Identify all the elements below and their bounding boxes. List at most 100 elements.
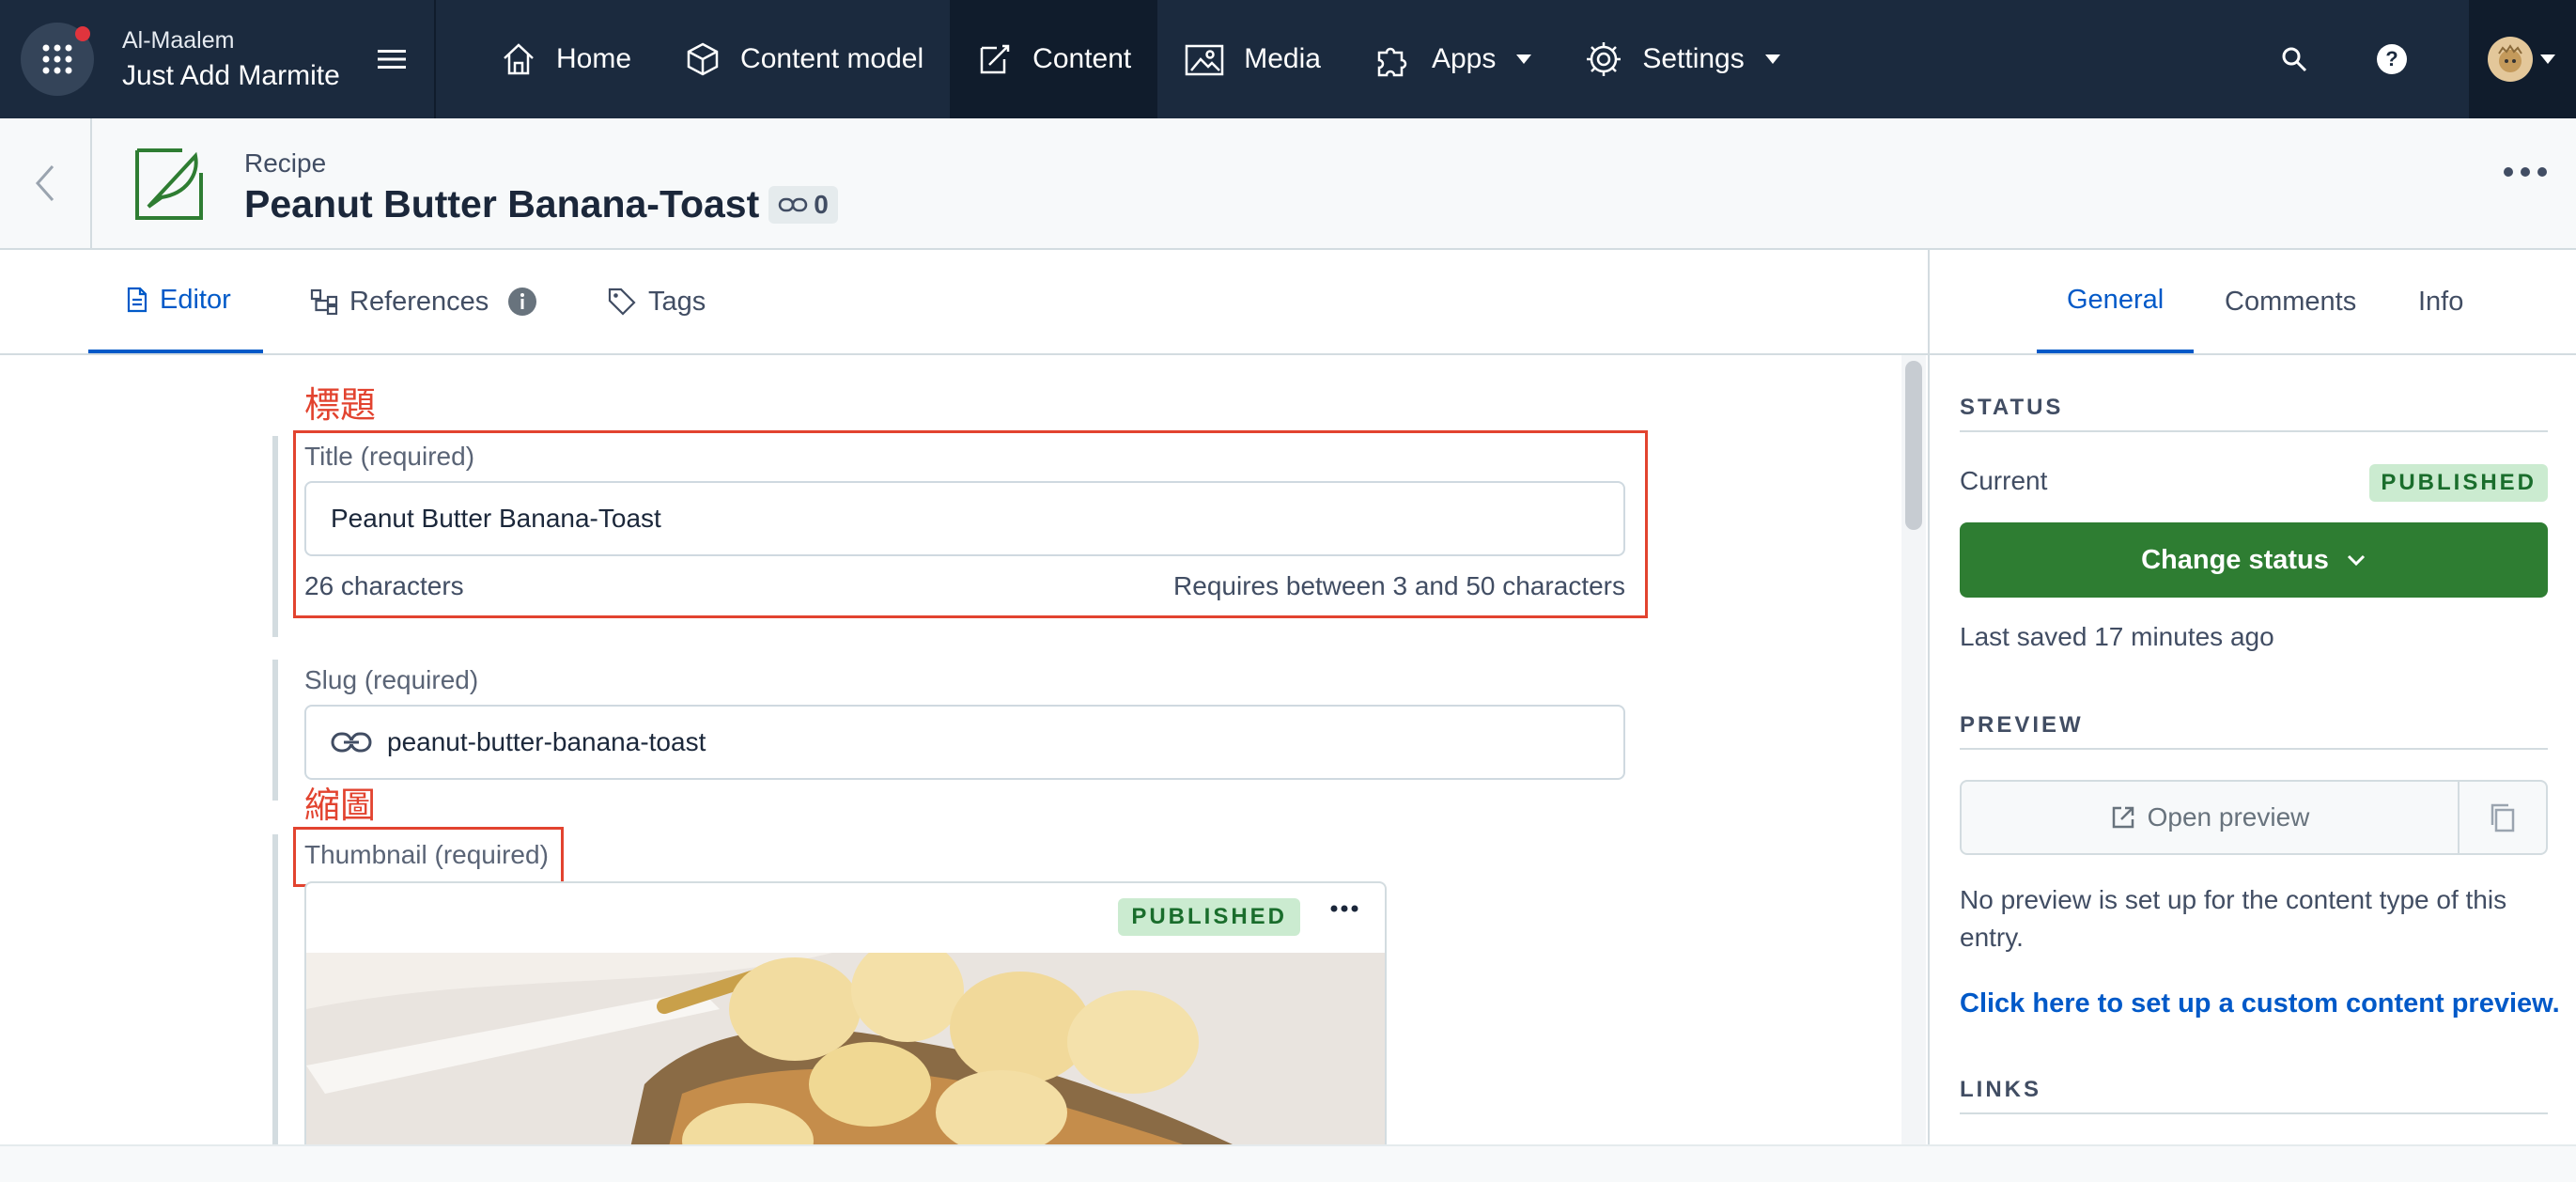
tab-editor[interactable]: Editor — [88, 250, 263, 353]
brand-area: Al-Maalem Just Add Marmite — [0, 0, 436, 118]
help-icon: ? — [2377, 44, 2407, 74]
chevron-down-icon — [1516, 54, 1532, 64]
tab-info[interactable]: Info — [2418, 250, 2463, 353]
space-switcher[interactable]: Al-Maalem Just Add Marmite — [122, 27, 340, 92]
tab-references[interactable]: References — [310, 250, 537, 353]
link-icon — [779, 197, 808, 211]
entry-header: Recipe Peanut Butter Banana-Toast 0 — [0, 118, 2576, 250]
references-count-chip[interactable]: 0 — [768, 185, 838, 224]
svg-text:?: ? — [2385, 47, 2398, 70]
open-preview-button[interactable]: Open preview — [1962, 782, 2460, 853]
nav-home-label: Home — [556, 43, 632, 74]
preview-section-title: PREVIEW — [1960, 712, 2084, 738]
quill-icon — [135, 148, 203, 220]
nav-apps-label: Apps — [1431, 43, 1497, 74]
entry-title-text: Peanut Butter Banana-Toast — [244, 182, 760, 226]
more-horizontal-icon[interactable] — [1330, 904, 1358, 913]
external-link-icon — [2112, 806, 2134, 829]
references-count: 0 — [814, 189, 829, 219]
gear-icon — [1587, 42, 1622, 76]
content-model-icon — [687, 42, 719, 76]
copy-icon — [2491, 803, 2515, 832]
copy-preview-link-button[interactable] — [2460, 782, 2546, 853]
open-preview-button-group: Open preview — [1960, 780, 2548, 855]
nav-content-label: Content — [1032, 43, 1132, 74]
field-indicator — [272, 834, 278, 1144]
thumbnail-annotation: 縮圖 — [304, 785, 377, 826]
grid-icon — [42, 44, 72, 74]
slug-value: peanut-butter-banana-toast — [387, 727, 706, 756]
link-icon — [331, 732, 372, 753]
content-type-label: Recipe — [244, 148, 327, 178]
document-icon — [127, 287, 147, 313]
tab-editor-label: Editor — [160, 284, 231, 315]
notification-dot — [75, 26, 90, 41]
title-char-count: 26 characters — [304, 571, 464, 600]
field-indicator — [272, 436, 278, 637]
title-field-label: Title (required) — [304, 442, 475, 471]
current-status-label: Current — [1960, 466, 2048, 495]
entry-sidebar: STATUS Current PUBLISHED Change status L… — [1930, 355, 2576, 1144]
back-button[interactable] — [0, 118, 92, 248]
home-icon — [504, 43, 534, 75]
asset-status-badge: PUBLISHED — [1118, 898, 1300, 936]
chevron-left-icon — [35, 165, 54, 201]
thumbnail-field-label: Thumbnail (required) — [304, 840, 549, 869]
chevron-down-icon — [1764, 54, 1780, 64]
divider — [1960, 1112, 2548, 1114]
search-button[interactable] — [2245, 0, 2343, 118]
nav-settings-label: Settings — [1642, 43, 1745, 74]
change-status-button[interactable]: Change status — [1960, 522, 2548, 598]
editor-scrollbar[interactable] — [1901, 355, 1926, 1144]
media-icon — [1185, 44, 1224, 76]
status-badge: PUBLISHED — [2369, 464, 2548, 502]
divider — [1960, 430, 2548, 432]
open-preview-label: Open preview — [2147, 802, 2310, 832]
tab-tags-label: Tags — [648, 286, 706, 317]
hamburger-menu-icon[interactable] — [377, 48, 406, 70]
bottom-bar — [0, 1144, 2576, 1182]
search-icon — [2282, 47, 2307, 72]
title-validation-hint: Requires between 3 and 50 characters — [1173, 571, 1625, 600]
tab-general[interactable]: General — [2037, 250, 2195, 353]
editor-tabs: Editor References Tags — [0, 250, 1928, 355]
org-name: Al-Maalem — [122, 26, 235, 54]
title-annotation: 標題 — [304, 384, 377, 426]
entry-actions-button[interactable] — [2503, 165, 2548, 182]
field-indicator — [272, 660, 278, 801]
setup-preview-link[interactable]: Click here to set up a custom content pr… — [1960, 988, 2560, 1019]
divider — [1960, 748, 2548, 750]
avatar — [2488, 37, 2533, 82]
app-launcher-button[interactable] — [21, 23, 94, 96]
nav-apps[interactable]: Apps — [1347, 0, 1558, 118]
nav-home[interactable]: Home — [473, 0, 658, 118]
help-button[interactable]: ? — [2343, 0, 2441, 118]
slug-input[interactable]: peanut-butter-banana-toast — [304, 705, 1625, 780]
editor-panel: 標題 Title (required) Peanut Butter Banana… — [0, 355, 1898, 1144]
thumbnail-image — [306, 953, 1385, 1144]
nav-media[interactable]: Media — [1157, 0, 1347, 118]
nav-settings[interactable]: Settings — [1558, 0, 1806, 118]
title-input[interactable]: Peanut Butter Banana-Toast — [304, 481, 1625, 556]
scrollbar-thumb[interactable] — [1905, 361, 1922, 530]
tab-tags[interactable]: Tags — [607, 250, 706, 353]
hedgehog-icon — [2498, 44, 2522, 72]
slug-field-label: Slug (required) — [304, 665, 479, 694]
nav-content[interactable]: Content — [950, 0, 1158, 118]
nav-content-model-label: Content model — [740, 43, 924, 74]
last-saved-text: Last saved 17 minutes ago — [1960, 622, 2274, 651]
nav-media-label: Media — [1244, 43, 1321, 74]
change-status-label: Change status — [2141, 544, 2329, 575]
thumbnail-asset-card[interactable]: PUBLISHED — [304, 881, 1387, 1144]
entry-title: Peanut Butter Banana-Toast 0 — [244, 182, 838, 226]
nav-content-model[interactable]: Content model — [658, 0, 950, 118]
tab-comments[interactable]: Comments — [2225, 250, 2356, 353]
links-section-title: LINKS — [1960, 1077, 2041, 1102]
chevron-down-icon — [2347, 554, 2365, 567]
space-name: Just Add Marmite — [122, 59, 340, 91]
account-menu[interactable] — [2469, 0, 2576, 118]
info-icon[interactable] — [507, 287, 537, 317]
content-icon — [980, 44, 1010, 74]
tag-icon — [608, 288, 636, 316]
sidebar-tabs: General Comments Info — [1930, 250, 2576, 355]
